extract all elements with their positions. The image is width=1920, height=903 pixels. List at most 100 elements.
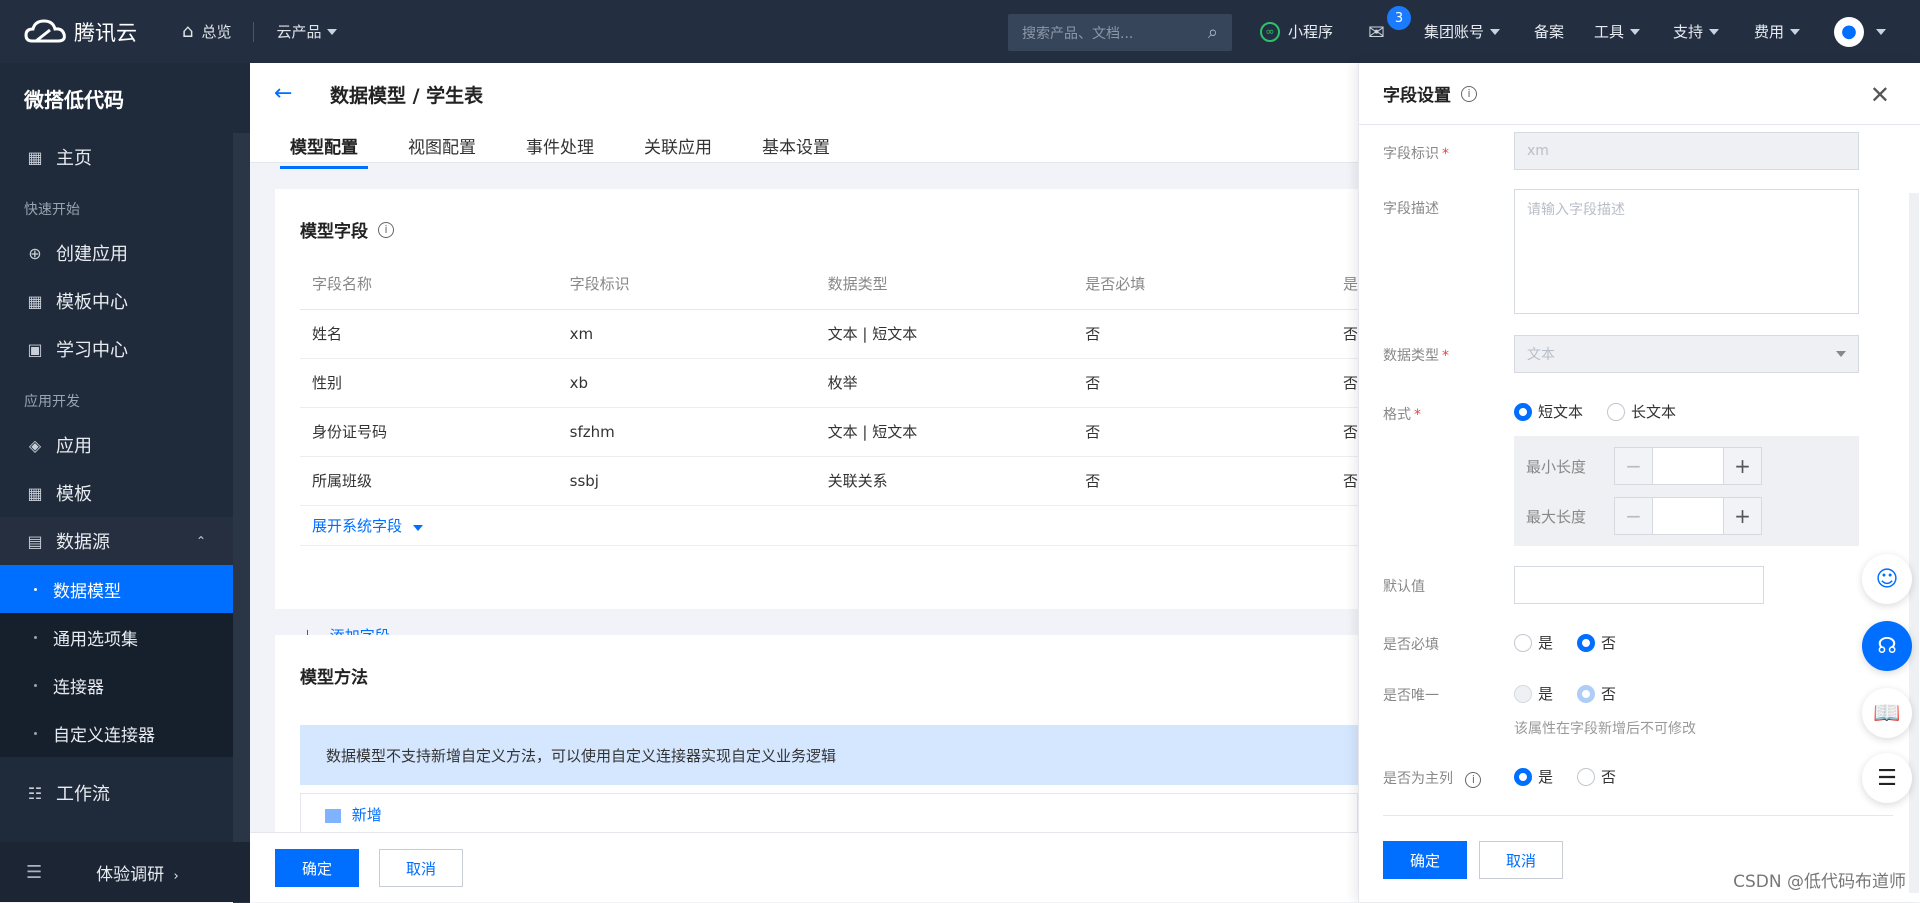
billing-menu[interactable]: 费用: [1754, 0, 1800, 63]
tab-model-config[interactable]: 模型配置: [280, 133, 368, 169]
outline-button[interactable]: ☰: [1862, 753, 1912, 803]
divider: [253, 22, 254, 42]
expand-system-row: 展开系统字段: [300, 505, 1358, 545]
tab-bar: 模型配置 视图配置 事件处理 关联应用 基本设置: [280, 133, 870, 169]
sidebar-item-home[interactable]: ▦ 主页: [0, 133, 250, 181]
sidebar-sub-label: 数据模型: [53, 577, 121, 602]
sidebar-item-template-center[interactable]: ▦ 模板中心: [0, 277, 250, 325]
chevron-down-icon: [413, 525, 423, 531]
methods-card-title: 模型方法: [300, 663, 368, 688]
back-arrow-icon[interactable]: ←: [274, 83, 298, 107]
plus-icon[interactable]: +: [1724, 448, 1761, 484]
sidebar-sub-label: 通用选项集: [53, 625, 138, 650]
required-mark: *: [1442, 146, 1449, 162]
sidebar-item-apps[interactable]: ◈ 应用: [0, 421, 250, 469]
sidebar-scrollbar[interactable]: [233, 133, 250, 903]
user-avatar-menu[interactable]: ●: [1834, 0, 1886, 63]
search-input[interactable]: 搜索产品、文档... ⌕: [1008, 14, 1232, 51]
confirm-button[interactable]: 确定: [275, 849, 359, 887]
close-icon[interactable]: ✕: [1870, 81, 1890, 109]
table-cell: 姓名: [300, 309, 558, 358]
sidebar-item-templates[interactable]: ▦ 模板: [0, 469, 250, 517]
panel-cancel-button[interactable]: 取消: [1479, 841, 1563, 879]
info-icon[interactable]: i: [378, 222, 394, 238]
sidebar-sub-connectors[interactable]: 连接器: [0, 661, 250, 709]
add-icon: [325, 809, 341, 823]
chevron-down-icon: [1836, 351, 1846, 357]
support-menu[interactable]: 支持: [1673, 0, 1719, 63]
table-cell: 否: [1331, 358, 1358, 407]
expand-system-fields-link[interactable]: 展开系统字段: [312, 517, 423, 535]
tab-basic-settings[interactable]: 基本设置: [752, 133, 840, 169]
survey-link[interactable]: 体验调研 ›: [96, 860, 179, 885]
filing-link[interactable]: 备案: [1534, 0, 1564, 63]
required-no-radio[interactable]: [1577, 634, 1595, 652]
products-menu[interactable]: 云产品: [276, 21, 337, 42]
mail-button[interactable]: ✉: [1368, 0, 1385, 63]
feedback-smile-button[interactable]: ☺: [1862, 554, 1912, 604]
tab-event-handling[interactable]: 事件处理: [516, 133, 604, 169]
sidebar-item-datasource[interactable]: ▤ 数据源 ⌃: [0, 517, 250, 565]
info-icon[interactable]: i: [1465, 772, 1481, 788]
brand-logo[interactable]: 腾讯云: [24, 17, 164, 47]
panel-header: 字段设置 i ✕: [1359, 63, 1920, 125]
add-method-button[interactable]: 新增: [325, 806, 382, 824]
sidebar-sub-custom-connectors[interactable]: 自定义连接器: [0, 709, 250, 757]
sidebar-item-label: 模板: [56, 480, 92, 506]
panel-scrollbar[interactable]: [1909, 193, 1919, 893]
overview-link[interactable]: ⌂ 总览: [182, 21, 231, 42]
format-label-text: 格式: [1383, 407, 1411, 423]
chevron-down-icon: [1490, 29, 1500, 35]
format-radio-group: 短文本 长文本: [1514, 401, 1700, 422]
sidebar-item-label: 创建应用: [56, 240, 128, 266]
max-length-input[interactable]: [1652, 498, 1724, 534]
column-header: 字段名称: [300, 259, 558, 309]
sidebar-group-quickstart: 快速开始: [0, 189, 250, 229]
sidebar-item-workflow[interactable]: ☷ 工作流: [0, 769, 250, 817]
data-type-select[interactable]: 文本: [1514, 335, 1859, 373]
table-row[interactable]: 性别 xb 枚举 否 否: [300, 358, 1358, 407]
field-desc-textarea[interactable]: 请输入字段描述: [1514, 189, 1859, 314]
sidebar-item-create-app[interactable]: ⊕ 创建应用: [0, 229, 250, 277]
required-mark: *: [1442, 348, 1449, 364]
primary-no-radio[interactable]: [1577, 768, 1595, 786]
table-cell: 否: [1331, 456, 1358, 505]
sidebar: 微搭低代码 ▦ 主页 快速开始 ⊕ 创建应用 ▦ 模板中心 ▣ 学习中心 应用开…: [0, 63, 250, 902]
tab-view-config[interactable]: 视图配置: [398, 133, 486, 169]
bullet-dot: [34, 588, 37, 591]
plus-icon[interactable]: +: [1724, 498, 1761, 534]
no-label: 否: [1601, 632, 1616, 653]
miniprogram-link[interactable]: ∞ 小程序: [1260, 0, 1333, 63]
collapse-menu-icon[interactable]: ☰: [26, 862, 42, 883]
customer-service-button[interactable]: ☊: [1862, 621, 1912, 671]
minus-icon[interactable]: −: [1615, 448, 1652, 484]
field-id-input[interactable]: xm: [1514, 132, 1859, 170]
sidebar-sub-option-sets[interactable]: 通用选项集: [0, 613, 250, 661]
format-long-radio[interactable]: [1607, 403, 1625, 421]
primary-yes-radio[interactable]: [1514, 768, 1532, 786]
tab-related-apps[interactable]: 关联应用: [634, 133, 722, 169]
unique-yes-radio: [1514, 685, 1532, 703]
minus-icon[interactable]: −: [1615, 498, 1652, 534]
fields-card: 模型字段 i 字段名称 字段标识 数据类型 是否必填 是 姓名 xm 文本 | …: [275, 189, 1358, 609]
sidebar-sub-label: 连接器: [53, 673, 104, 698]
info-icon[interactable]: i: [1461, 86, 1477, 102]
sidebar-sub-data-model[interactable]: 数据模型: [0, 565, 250, 613]
default-value-input[interactable]: [1514, 566, 1764, 604]
sidebar-item-learning-center[interactable]: ▣ 学习中心: [0, 325, 250, 373]
group-account-menu[interactable]: 集团账号: [1424, 0, 1500, 63]
required-yes-radio[interactable]: [1514, 634, 1532, 652]
unique-no-radio: [1577, 685, 1595, 703]
tools-menu[interactable]: 工具: [1594, 0, 1640, 63]
table-row[interactable]: 身份证号码 sfzhm 文本 | 短文本 否 否: [300, 407, 1358, 456]
cancel-button[interactable]: 取消: [379, 849, 463, 887]
miniprogram-label: 小程序: [1288, 21, 1333, 42]
table-row[interactable]: 所属班级 ssbj 关联关系 否 否: [300, 456, 1358, 505]
min-length-input[interactable]: [1652, 448, 1724, 484]
home-icon: ⌂: [182, 21, 193, 42]
table-row[interactable]: 姓名 xm 文本 | 短文本 否 否: [300, 309, 1358, 358]
docs-button[interactable]: 📖: [1862, 688, 1912, 738]
format-short-radio[interactable]: [1514, 403, 1532, 421]
panel-confirm-button[interactable]: 确定: [1383, 841, 1467, 879]
chevron-down-icon: [1630, 29, 1640, 35]
